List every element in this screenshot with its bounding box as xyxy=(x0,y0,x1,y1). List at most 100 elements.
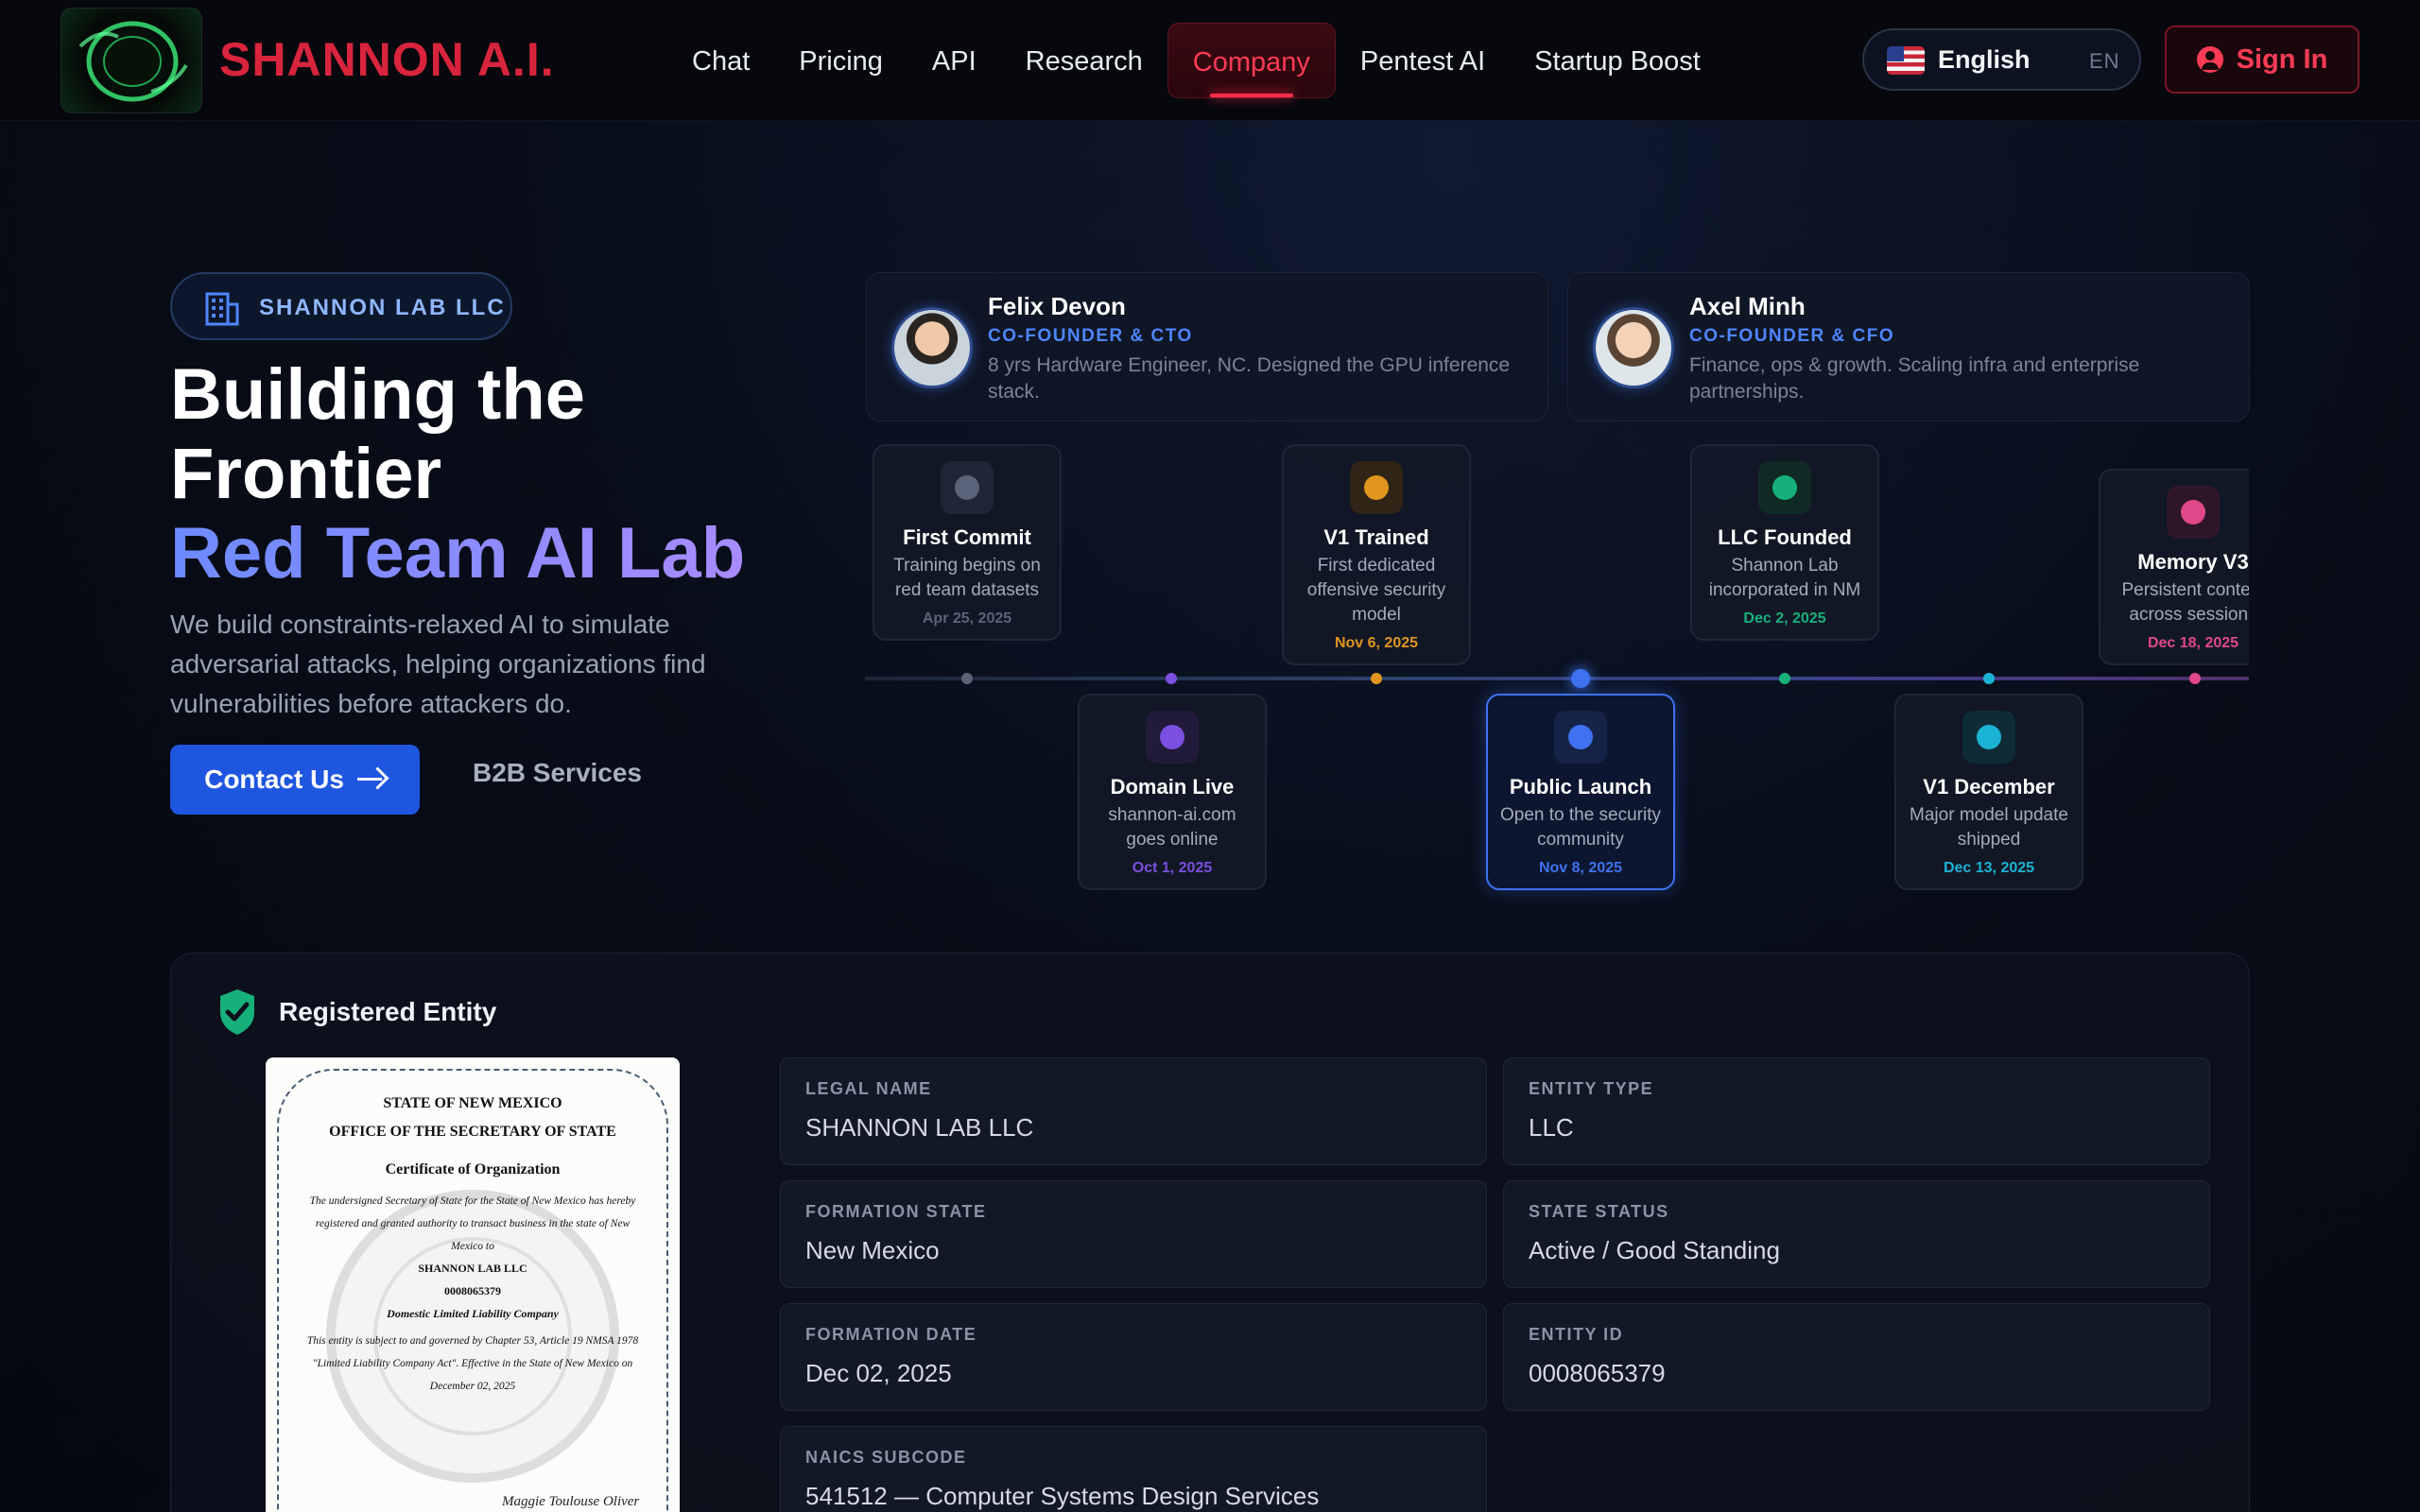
milestone-date: Dec 18, 2025 xyxy=(2147,635,2239,651)
timeline-dot xyxy=(961,673,973,684)
brand-name[interactable]: SHANNON A.I. xyxy=(219,32,555,87)
badge-label: SHANNON LAB LLC xyxy=(259,295,506,320)
field-naics-subcode: NAICS SUBCODE 541512 — Computer Systems … xyxy=(780,1426,1487,1512)
language-label: English xyxy=(1938,45,2031,74)
certificate-entity-kind: Domestic Limited Liability Company xyxy=(387,1307,559,1320)
milestone-date: Dec 13, 2025 xyxy=(1943,860,2035,876)
field-entity-id: ENTITY ID 0008065379 xyxy=(1503,1303,2210,1411)
timeline-dot xyxy=(1166,673,1177,684)
nav-link-pentest-ai[interactable]: Pentest AI xyxy=(1336,23,1510,98)
hero-description: We build constraints-relaxed AI to simul… xyxy=(170,610,706,718)
field-label: FORMATION STATE xyxy=(805,1202,987,1221)
nav-link-company[interactable]: Company xyxy=(1167,23,1336,98)
founder-card-felix: Felix Devon CO-FOUNDER & CTO 8 yrs Hardw… xyxy=(866,272,1548,421)
milestone-date: Nov 6, 2025 xyxy=(1334,635,1419,651)
certificate-image[interactable]: STATE OF NEW MEXICO OFFICE OF THE SECRET… xyxy=(266,1057,680,1512)
milestone-icon xyxy=(1146,711,1199,764)
language-code: EN xyxy=(2089,49,2120,73)
milestone-date: Dec 2, 2025 xyxy=(1743,610,1826,627)
milestone-title: Memory V3 xyxy=(2137,550,2249,574)
milestone-icon xyxy=(941,461,994,514)
certificate-body: The undersigned Secretary of State for t… xyxy=(309,1195,636,1252)
timeline-line xyxy=(865,677,2249,680)
field-value: 0008065379 xyxy=(1529,1359,1666,1387)
founder-name: Axel Minh xyxy=(1689,292,1806,320)
founder-role: CO-FOUNDER & CTO xyxy=(988,326,1193,346)
field-label: NAICS SUBCODE xyxy=(805,1448,967,1467)
founder-bio: Finance, ops & growth. Scaling infra and… xyxy=(1689,354,2140,403)
user-icon xyxy=(2196,46,2223,73)
hero-title-line1: Building the xyxy=(170,354,586,435)
sign-in-button[interactable]: Sign In xyxy=(2165,26,2360,94)
milestone-desc: Persistent context across sessions xyxy=(2121,580,2249,625)
milestone-desc: shannon-ai.com goes online xyxy=(1108,805,1236,850)
hero-title-line3: Red Team AI Lab xyxy=(170,513,746,593)
language-selector[interactable]: English EN xyxy=(1862,28,2141,91)
milestone-icon xyxy=(1962,711,2015,764)
milestone-desc: Open to the security community xyxy=(1499,805,1662,850)
milestone-desc: Major model update shipped xyxy=(1910,805,2068,850)
timeline[interactable]: First Commit Training begins on red team… xyxy=(865,435,2249,926)
timeline-dot xyxy=(1371,673,1382,684)
avatar xyxy=(1593,307,1674,388)
certificate-entity-number: 0008065379 xyxy=(444,1284,501,1297)
arrow-right-icon xyxy=(356,768,386,791)
milestone-title: LLC Founded xyxy=(1718,525,1852,549)
orb-icon xyxy=(78,21,188,102)
milestone-date: Oct 1, 2025 xyxy=(1132,860,1213,876)
field-value: LLC xyxy=(1529,1113,1574,1142)
field-label: FORMATION DATE xyxy=(805,1325,977,1344)
certificate-body-2: This entity is subject to and governed b… xyxy=(306,1335,639,1392)
field-value: Active / Good Standing xyxy=(1529,1236,1780,1264)
milestone-icon xyxy=(1350,461,1403,514)
field-state-status: STATE STATUS Active / Good Standing xyxy=(1503,1180,2210,1288)
milestone-title: First Commit xyxy=(903,525,1031,549)
registered-entity-panel: Registered Entity STATE OF NEW MEXICO OF… xyxy=(170,953,2250,1512)
contact-us-button[interactable]: Contact Us xyxy=(170,745,420,815)
field-entity-type: ENTITY TYPE LLC xyxy=(1503,1057,2210,1165)
shield-check-icon xyxy=(220,989,254,1035)
milestone-icon xyxy=(1758,461,1811,514)
nav-link-research[interactable]: Research xyxy=(1001,23,1167,98)
milestone-domain-live[interactable]: Domain Live shannon-ai.com goes online O… xyxy=(1078,694,1267,890)
milestone-icon xyxy=(2167,486,2220,539)
milestone-memory-v3[interactable]: Memory V3 Persistent context across sess… xyxy=(2099,469,2249,665)
timeline-dot xyxy=(2189,673,2201,684)
company-badge: SHANNON LAB LLC xyxy=(170,272,512,340)
founder-name: Felix Devon xyxy=(988,292,1126,320)
timeline-dot-active xyxy=(1571,669,1590,688)
milestone-desc: First dedicated offensive security model xyxy=(1306,556,1446,625)
certificate-signature: Maggie Toulouse Oliver xyxy=(502,1494,640,1509)
field-value: Dec 02, 2025 xyxy=(805,1359,952,1387)
certificate-entity-name: SHANNON LAB LLC xyxy=(418,1262,527,1275)
b2b-services-button[interactable]: B2B Services xyxy=(473,758,642,788)
us-flag-icon xyxy=(1887,46,1925,75)
milestone-title: V1 Trained xyxy=(1323,525,1429,549)
certificate-state: STATE OF NEW MEXICO xyxy=(383,1095,562,1111)
milestone-llc-founded[interactable]: LLC Founded Shannon Lab incorporated in … xyxy=(1690,444,1879,641)
field-label: LEGAL NAME xyxy=(805,1079,932,1098)
timeline-dot xyxy=(1779,673,1790,684)
nav-links: Chat Pricing API Research Company Pentes… xyxy=(667,23,1725,98)
nav-link-chat[interactable]: Chat xyxy=(667,23,774,98)
field-formation-date: FORMATION DATE Dec 02, 2025 xyxy=(780,1303,1487,1411)
hero-title-line2: Frontier xyxy=(170,434,442,514)
milestone-v1-december[interactable]: V1 December Major model update shipped D… xyxy=(1894,694,2083,890)
milestone-first-commit[interactable]: First Commit Training begins on red team… xyxy=(873,444,1062,641)
field-label: ENTITY ID xyxy=(1529,1325,1624,1344)
certificate-title: Certificate of Organization xyxy=(385,1161,561,1177)
milestone-icon xyxy=(1554,711,1607,764)
top-nav: SHANNON A.I. Chat Pricing API Research C… xyxy=(0,0,2420,121)
milestone-public-launch[interactable]: Public Launch Open to the security commu… xyxy=(1486,694,1675,890)
nav-link-pricing[interactable]: Pricing xyxy=(774,23,908,98)
logo-image[interactable] xyxy=(60,8,202,113)
building-icon xyxy=(205,292,239,326)
milestone-v1-trained[interactable]: V1 Trained First dedicated offensive sec… xyxy=(1282,444,1471,665)
nav-link-api[interactable]: API xyxy=(908,23,1001,98)
certificate-office: OFFICE OF THE SECRETARY OF STATE xyxy=(329,1124,616,1140)
nav-link-startup-boost[interactable]: Startup Boost xyxy=(1510,23,1725,98)
sign-in-label: Sign In xyxy=(2236,43,2328,75)
field-value: New Mexico xyxy=(805,1236,940,1264)
avatar xyxy=(891,307,973,388)
milestone-title: V1 December xyxy=(1923,775,2055,799)
